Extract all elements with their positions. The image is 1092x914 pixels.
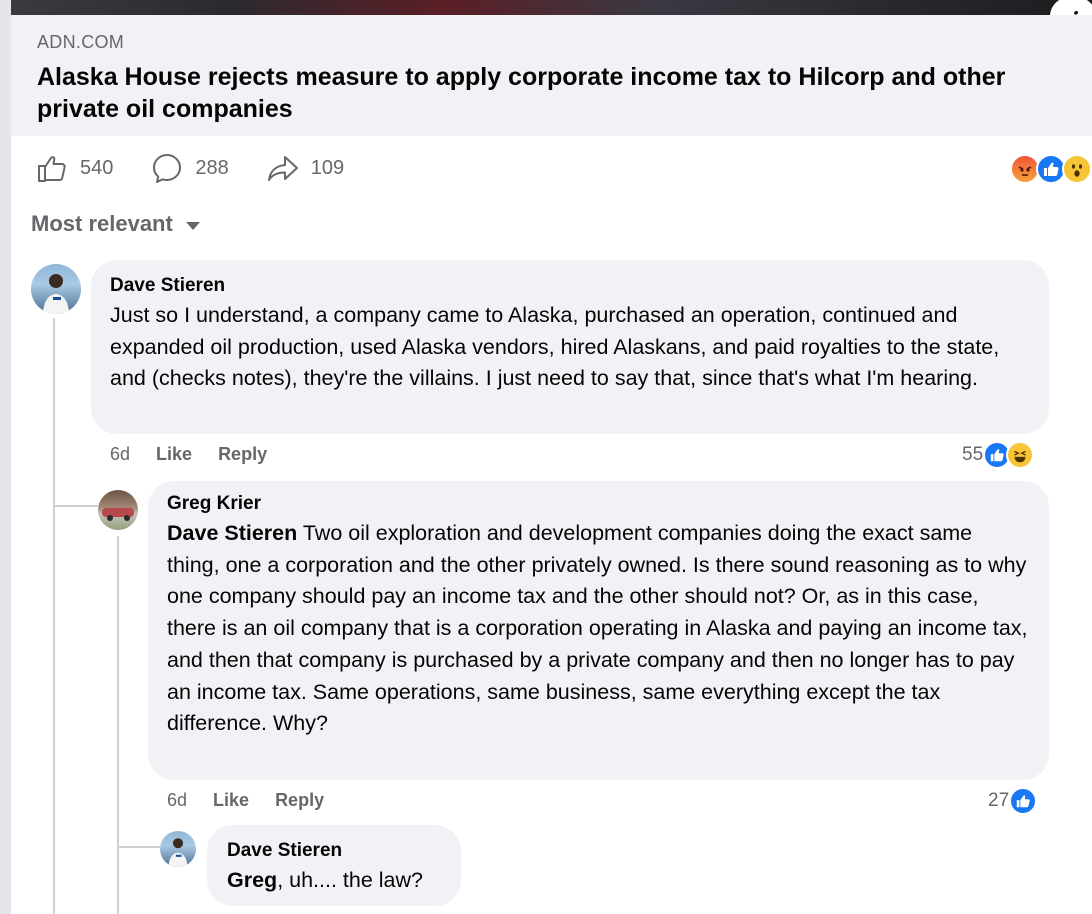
thread-line xyxy=(117,536,119,914)
post-actions-bar: 540 288 109 xyxy=(36,150,382,186)
comment-bubble: Dave Stieren Just so I understand, a com… xyxy=(91,260,1049,434)
avatar[interactable] xyxy=(31,264,81,314)
comment-bubble: Greg Krier Dave Stieren Two oil explorat… xyxy=(148,481,1049,780)
link-domain: ADN.COM xyxy=(37,32,125,52)
reaction-count-value: 27 xyxy=(988,790,1010,811)
like-count: 540 xyxy=(80,156,114,179)
comment-reaction-count[interactable]: 55 xyxy=(962,441,1035,469)
comment-meta: 6d Like Reply xyxy=(167,790,350,811)
like-link[interactable]: Like xyxy=(156,444,192,465)
comment-reaction-count[interactable]: 27 xyxy=(988,787,1038,815)
comment-timestamp[interactable]: 6d xyxy=(110,444,130,465)
link-preview-card[interactable]: ADN.COM Alaska House rejects measure to … xyxy=(11,15,1092,136)
comment-author[interactable]: Dave Stieren xyxy=(110,275,1030,297)
like-link[interactable]: Like xyxy=(213,790,249,811)
comment-text: Greg, uh.... the law? xyxy=(227,865,441,897)
sort-label: Most relevant xyxy=(31,211,173,236)
comment-action[interactable]: 288 xyxy=(151,152,229,184)
thumbs-up-icon xyxy=(38,156,66,182)
comment-sort-dropdown[interactable]: Most relevant xyxy=(31,211,200,237)
reply-link[interactable]: Reply xyxy=(275,790,324,811)
thread-line xyxy=(53,318,55,914)
thread-line xyxy=(117,846,160,848)
wow-reaction-icon xyxy=(1062,154,1092,184)
mention-link[interactable]: Greg xyxy=(227,868,277,892)
mention-link[interactable]: Dave Stieren xyxy=(167,521,297,545)
share-action[interactable]: 109 xyxy=(267,152,344,184)
comment-meta: 6d Like Reply xyxy=(110,444,293,465)
share-count: 109 xyxy=(310,156,345,179)
comment-body: Two oil exploration and development comp… xyxy=(167,521,1028,736)
comment-bubble-icon xyxy=(153,154,182,183)
post-reactions[interactable] xyxy=(1010,154,1092,184)
comment-text: Dave Stieren Two oil exploration and dev… xyxy=(167,518,1030,740)
share-arrow-icon xyxy=(267,156,298,181)
reply-link[interactable]: Reply xyxy=(218,444,267,465)
comment-count: 288 xyxy=(195,156,229,179)
comment-timestamp[interactable]: 6d xyxy=(167,790,187,811)
like-reaction-icon xyxy=(1009,787,1038,815)
comment-text: Just so I understand, a company came to … xyxy=(110,303,1000,391)
left-gutter xyxy=(0,0,11,914)
comment-bubble: Dave Stieren Greg, uh.... the law? xyxy=(207,825,461,906)
avatar[interactable] xyxy=(160,831,196,867)
haha-reaction-icon xyxy=(1006,441,1035,469)
thread-line xyxy=(53,505,98,507)
article-image[interactable] xyxy=(11,0,1092,15)
comment-author[interactable]: Greg Krier xyxy=(167,493,1030,515)
comment-body: , uh.... the law? xyxy=(277,868,423,892)
like-action[interactable]: 540 xyxy=(36,152,113,184)
caret-down-icon xyxy=(185,222,200,230)
link-title[interactable]: Alaska House rejects measure to apply co… xyxy=(37,61,1066,125)
comment-author[interactable]: Dave Stieren xyxy=(227,840,441,862)
reaction-count-value: 55 xyxy=(962,444,984,465)
avatar[interactable] xyxy=(98,490,138,530)
